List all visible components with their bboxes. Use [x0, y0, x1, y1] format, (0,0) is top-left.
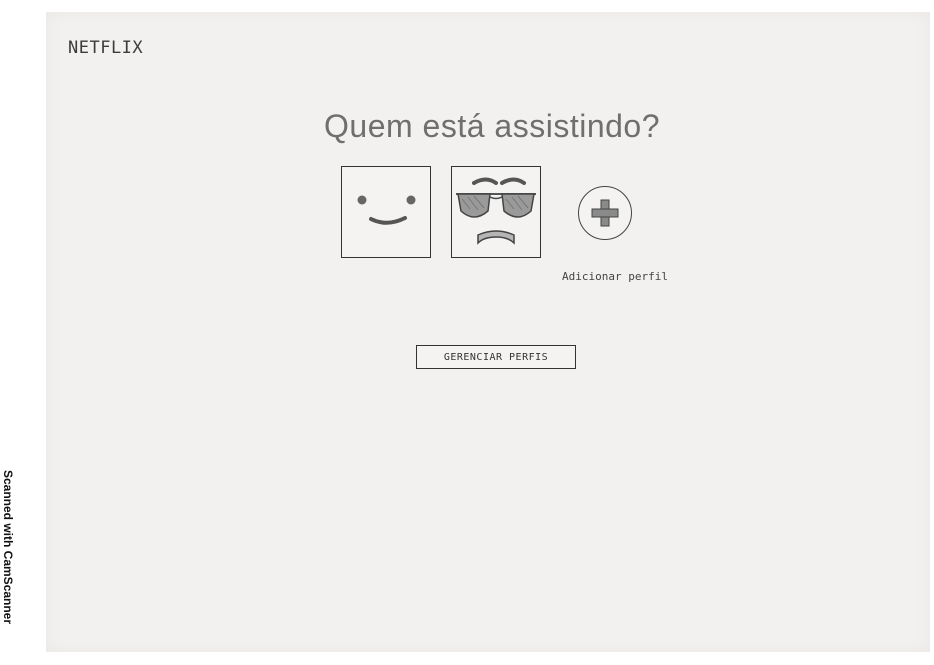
smiley-face-icon	[357, 195, 416, 225]
scanner-watermark: Scanned with CamScanner	[1, 469, 15, 625]
profile-card-2[interactable]	[451, 166, 541, 258]
manage-profiles-button[interactable]: GERENCIAR PERFIS	[416, 345, 576, 369]
sunglasses-face-icon	[456, 177, 536, 245]
netflix-logo[interactable]: NETFLIX	[68, 38, 143, 58]
page-title: Quem está assistindo?	[324, 108, 660, 144]
add-profile-button[interactable]	[578, 186, 632, 240]
plus-circle-icon	[591, 199, 619, 227]
profile-card-1[interactable]	[341, 166, 431, 258]
add-profile-label[interactable]: Adicionar perfil	[562, 270, 668, 283]
